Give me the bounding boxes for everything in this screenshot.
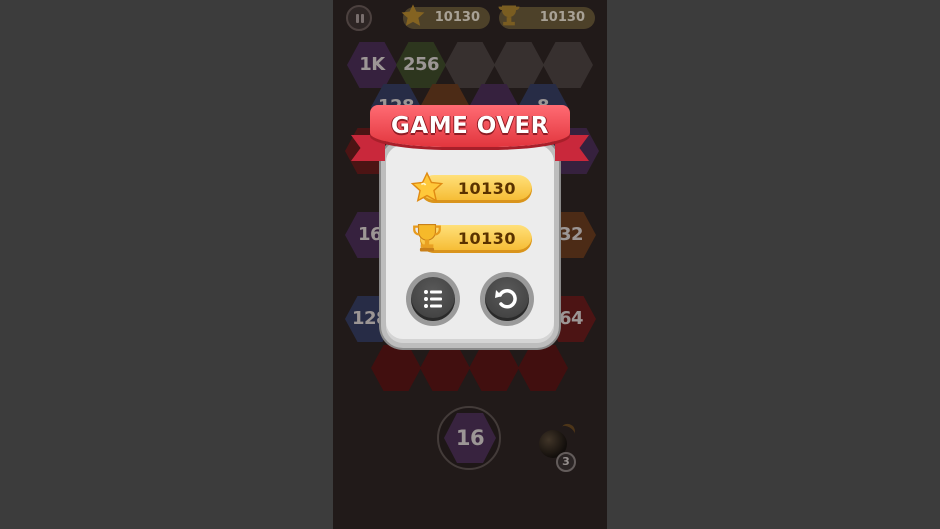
best-score-value: 10130 <box>457 229 516 248</box>
list-icon <box>411 277 455 321</box>
dialog-title: GAME OVER <box>370 105 570 147</box>
star-icon <box>410 171 444 202</box>
restart-button[interactable] <box>480 272 534 326</box>
final-score-value: 10130 <box>457 179 516 198</box>
restart-icon <box>485 277 529 321</box>
trophy-icon <box>413 223 441 252</box>
leaderboard-button[interactable] <box>406 272 460 326</box>
